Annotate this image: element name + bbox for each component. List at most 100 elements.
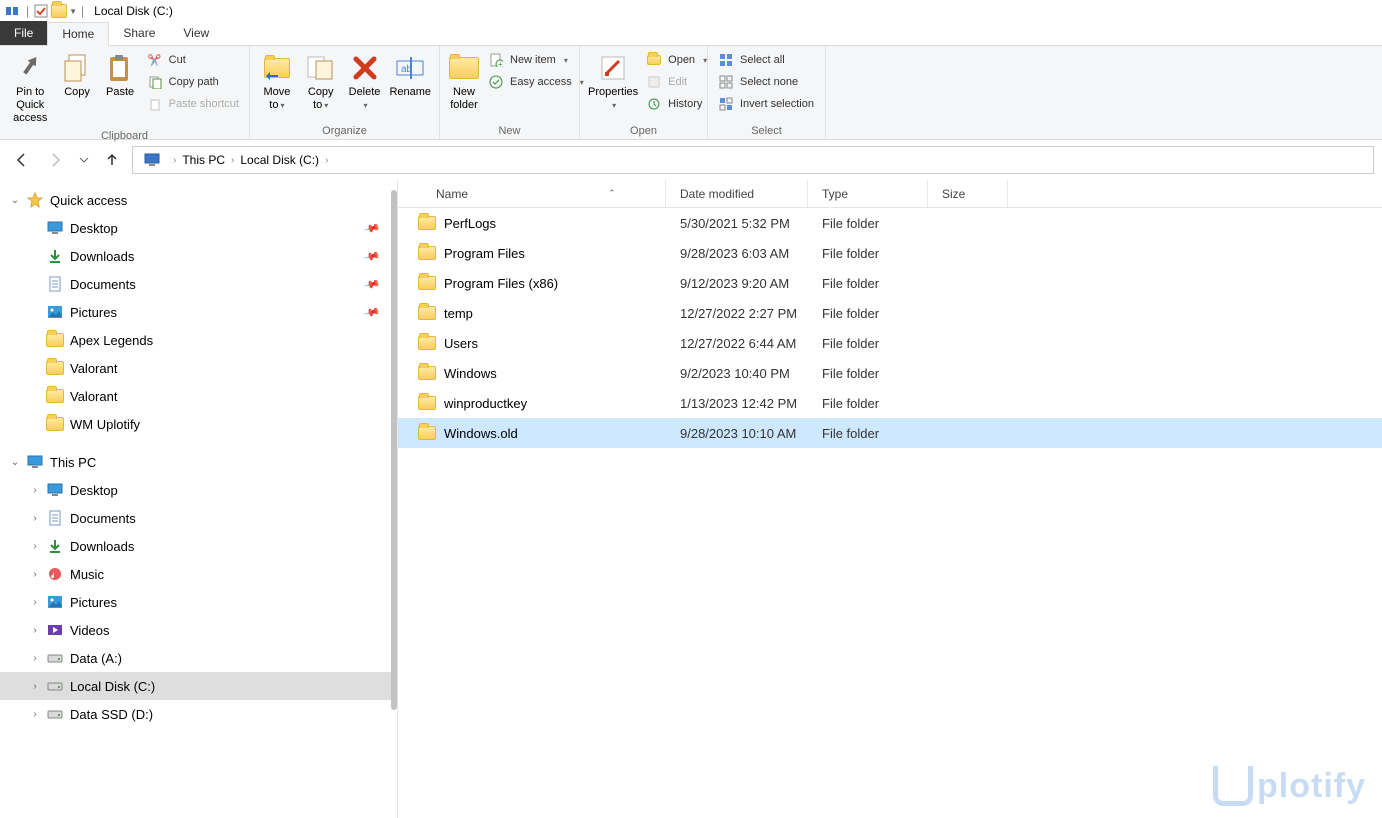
sidebar-item-pc[interactable]: ›Videos: [0, 616, 397, 644]
open-icon: [646, 52, 662, 68]
sidebar-item-qa[interactable]: Documents📌: [0, 270, 397, 298]
sidebar-item-pc[interactable]: › Local Disk (C:): [0, 672, 397, 700]
sidebar-item-qa[interactable]: Apex Legends: [0, 326, 397, 354]
sidebar-scrollbar[interactable]: [391, 190, 397, 710]
chevron-right-icon[interactable]: ›: [28, 569, 42, 580]
chevron-right-icon[interactable]: ›: [28, 709, 42, 720]
sidebar-item-pc[interactable]: ›Downloads: [0, 532, 397, 560]
easy-access-label: Easy access: [510, 76, 572, 88]
open-button[interactable]: Open▾: [642, 50, 711, 70]
table-row[interactable]: Program Files9/28/2023 6:03 AMFile folde…: [398, 238, 1382, 268]
thispc-icon: [143, 151, 161, 169]
sidebar-item-qa[interactable]: Pictures📌: [0, 298, 397, 326]
properties-button[interactable]: Properties▾: [586, 50, 640, 114]
recent-locations-button[interactable]: [76, 146, 92, 174]
invert-selection-button[interactable]: Invert selection: [714, 94, 818, 114]
table-row[interactable]: Users12/27/2022 6:44 AMFile folder: [398, 328, 1382, 358]
cell-date: 9/2/2023 10:40 PM: [666, 366, 808, 381]
sidebar-item-pc[interactable]: ›Pictures: [0, 588, 397, 616]
sidebar-item-qa[interactable]: Desktop📌: [0, 214, 397, 242]
chevron-right-icon[interactable]: ›: [28, 681, 42, 692]
item-icon: [46, 677, 64, 695]
table-row[interactable]: temp12/27/2022 2:27 PMFile folder: [398, 298, 1382, 328]
sidebar-this-pc[interactable]: ⌄ This PC: [0, 448, 397, 476]
ribbon-group-select: Select all Select none Invert selection …: [708, 46, 826, 139]
folder-dropdown-icon[interactable]: [51, 3, 67, 19]
address-bar[interactable]: › This PC › Local Disk (C:) ›: [132, 146, 1374, 174]
column-header-date[interactable]: Date modified: [666, 180, 808, 207]
column-header-name[interactable]: Name ⌃: [398, 180, 666, 207]
sidebar-item-qa[interactable]: Downloads📌: [0, 242, 397, 270]
tab-home[interactable]: Home: [47, 22, 109, 46]
copy-path-button[interactable]: Copy path: [143, 72, 243, 92]
table-row[interactable]: Program Files (x86)9/12/2023 9:20 AMFile…: [398, 268, 1382, 298]
chevron-down-icon[interactable]: ⌄: [8, 457, 22, 468]
tab-strip: File Home Share View: [0, 22, 1382, 46]
chevron-right-icon[interactable]: ›: [325, 155, 328, 166]
chevron-right-icon[interactable]: ›: [28, 653, 42, 664]
cell-type: File folder: [808, 426, 928, 441]
sidebar-item-qa[interactable]: Valorant: [0, 354, 397, 382]
cell-name: Program Files (x86): [398, 276, 666, 291]
tab-file[interactable]: File: [0, 21, 47, 45]
table-row[interactable]: Windows.old9/28/2023 10:10 AMFile folder: [398, 418, 1382, 448]
new-folder-button[interactable]: New folder: [446, 50, 482, 114]
up-button[interactable]: [98, 146, 126, 174]
tab-view[interactable]: View: [169, 21, 223, 45]
delete-button[interactable]: Delete▾: [344, 50, 386, 114]
history-button[interactable]: History: [642, 94, 711, 114]
breadcrumb-thispc[interactable]: This PC: [182, 153, 225, 167]
column-header-type[interactable]: Type: [808, 180, 928, 207]
select-none-button[interactable]: Select none: [714, 72, 818, 92]
paste-button[interactable]: Paste: [100, 50, 141, 101]
edit-button[interactable]: Edit: [642, 72, 711, 92]
tab-share[interactable]: Share: [109, 21, 169, 45]
chevron-right-icon[interactable]: ›: [231, 155, 234, 166]
copy-path-icon: [147, 74, 163, 90]
chevron-right-icon[interactable]: ›: [28, 485, 42, 496]
chevron-down-icon[interactable]: ⌄: [8, 195, 22, 206]
table-row[interactable]: winproductkey1/13/2023 12:42 PMFile fold…: [398, 388, 1382, 418]
rename-button[interactable]: ab Rename: [387, 50, 433, 101]
file-name: Windows: [444, 366, 497, 381]
sidebar-quick-access[interactable]: ⌄ Quick access: [0, 186, 397, 214]
chevron-right-icon[interactable]: ›: [28, 513, 42, 524]
cell-type: File folder: [808, 336, 928, 351]
sidebar-item-pc[interactable]: › Documents: [0, 504, 397, 532]
sidebar-item-pc[interactable]: ›Music: [0, 560, 397, 588]
new-item-button[interactable]: + New item▾: [484, 50, 588, 70]
forward-button[interactable]: [42, 146, 70, 174]
watermark-logo-icon: [1213, 766, 1253, 806]
pin-quick-access-button[interactable]: Pin to Quick access: [6, 50, 55, 128]
sidebar-item-pc[interactable]: ›Data SSD (D:): [0, 700, 397, 728]
scissors-icon: ✂️: [147, 52, 163, 68]
easy-access-button[interactable]: Easy access▾: [484, 72, 588, 92]
column-header-size[interactable]: Size: [928, 180, 1008, 207]
chevron-down-icon[interactable]: ▼: [69, 7, 77, 16]
copy-to-button[interactable]: Copy to▾: [300, 50, 342, 114]
breadcrumb-localdisk[interactable]: Local Disk (C:): [240, 153, 319, 167]
chevron-right-icon[interactable]: ›: [28, 597, 42, 608]
move-to-button[interactable]: Move to▾: [256, 50, 298, 114]
cut-button[interactable]: ✂️ Cut: [143, 50, 243, 70]
sidebar-item-qa[interactable]: Valorant: [0, 382, 397, 410]
back-button[interactable]: [8, 146, 36, 174]
sidebar-item-label: Documents: [70, 511, 397, 526]
file-rows: PerfLogs5/30/2021 5:32 PMFile folderProg…: [398, 208, 1382, 818]
paste-shortcut-button[interactable]: Paste shortcut: [143, 94, 243, 114]
copy-button[interactable]: Copy: [57, 50, 98, 101]
table-row[interactable]: PerfLogs5/30/2021 5:32 PMFile folder: [398, 208, 1382, 238]
chevron-right-icon[interactable]: ›: [28, 625, 42, 636]
sidebar-item-label: Local Disk (C:): [70, 679, 397, 694]
sidebar-item-pc[interactable]: ›Data (A:): [0, 644, 397, 672]
cell-name: PerfLogs: [398, 216, 666, 231]
table-row[interactable]: Windows9/2/2023 10:40 PMFile folder: [398, 358, 1382, 388]
item-icon: [46, 415, 64, 433]
item-icon: [46, 621, 64, 639]
sidebar-item-qa[interactable]: WM Uplotify: [0, 410, 397, 438]
select-all-button[interactable]: Select all: [714, 50, 818, 70]
sidebar-item-pc[interactable]: ›Desktop: [0, 476, 397, 504]
chevron-right-icon[interactable]: ›: [173, 155, 176, 166]
checkbox-icon[interactable]: [33, 3, 49, 19]
chevron-right-icon[interactable]: ›: [28, 541, 42, 552]
